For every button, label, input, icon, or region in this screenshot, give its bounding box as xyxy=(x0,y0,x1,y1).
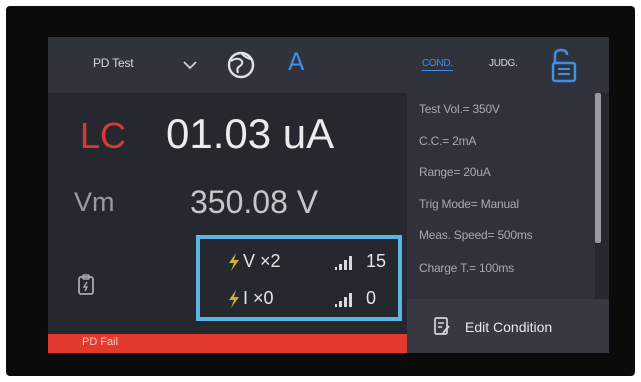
status-bar: PD Fail xyxy=(48,334,407,353)
vm-label: Vm xyxy=(74,187,115,217)
lc-value: 01.03 uA xyxy=(166,110,335,157)
condition-item: Test Vol.= 350V xyxy=(419,102,500,116)
condition-scrollbar[interactable] xyxy=(595,93,601,243)
lc-label: LC xyxy=(80,115,127,156)
condition-item: Range= 20uA xyxy=(419,165,491,179)
status-text: PD Fail xyxy=(82,336,119,348)
edit-condition-label: Edit Condition xyxy=(465,319,553,335)
top-bar: PD Test A COND. JUDG. xyxy=(48,37,609,93)
tab-judg[interactable]: JUDG. xyxy=(489,58,518,69)
highlight-box xyxy=(196,235,402,321)
font-size-button[interactable]: A xyxy=(288,48,304,76)
edit-document-icon xyxy=(434,317,450,335)
device-screen: PD Test A COND. JUDG. LC 01.03 uA Vm 350… xyxy=(48,37,609,353)
condition-item: Charge T.= 100ms xyxy=(419,261,514,275)
globe-icon[interactable] xyxy=(225,49,257,81)
chevron-down-icon[interactable] xyxy=(180,55,200,75)
condition-item: Trig Mode= Manual xyxy=(419,197,519,211)
lock-open-icon[interactable] xyxy=(546,47,582,85)
condition-panel: Test Vol.= 350V C.C.= 2mA Range= 20uA Tr… xyxy=(407,93,595,299)
edit-condition-button[interactable]: Edit Condition xyxy=(407,299,609,353)
condition-item: Meas. Speed= 500ms xyxy=(419,228,533,242)
clipboard-icon[interactable] xyxy=(76,273,96,297)
condition-item: C.C.= 2mA xyxy=(419,134,477,148)
mode-title[interactable]: PD Test xyxy=(93,56,134,70)
tab-cond[interactable]: COND. xyxy=(422,58,453,71)
vm-value: 350.08 V xyxy=(190,184,319,220)
